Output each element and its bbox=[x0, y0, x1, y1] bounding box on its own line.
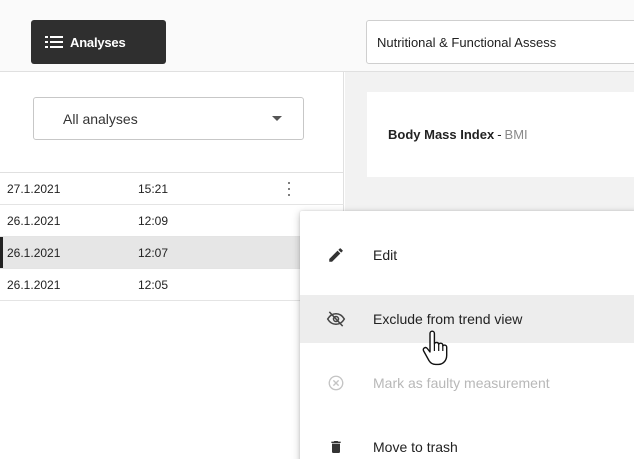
metric-name: Body Mass Index bbox=[388, 127, 495, 142]
pencil-icon bbox=[326, 245, 346, 265]
assessment-selector-value: Nutritional & Functional Assess bbox=[377, 34, 557, 50]
menu-item-label: Edit bbox=[373, 247, 398, 263]
chevron-down-icon bbox=[272, 116, 282, 121]
menu-item-label: Exclude from trend view bbox=[373, 311, 523, 327]
analysis-date: 26.1.2021 bbox=[7, 213, 61, 228]
top-toolbar: Analyses Nutritional & Functional Assess bbox=[0, 0, 634, 72]
analysis-time: 15:21 bbox=[138, 181, 169, 196]
analyses-list: 27.1.2021 15:21 26.1.2021 12:09 26.1.202… bbox=[0, 172, 344, 301]
menu-item-exclude-from-trend[interactable]: Exclude from trend view bbox=[300, 295, 634, 343]
metric-separator: - bbox=[497, 127, 502, 142]
analyses-filter-value: All analyses bbox=[63, 110, 138, 127]
analyses-button[interactable]: Analyses bbox=[31, 20, 166, 64]
list-item[interactable]: 26.1.2021 12:09 bbox=[0, 205, 344, 237]
analyses-button-label: Analyses bbox=[70, 34, 126, 50]
analyses-filter-dropdown[interactable]: All analyses bbox=[33, 97, 304, 140]
eye-off-icon bbox=[326, 309, 346, 329]
menu-item-move-to-trash[interactable]: Move to trash bbox=[300, 423, 634, 459]
list-item[interactable]: 27.1.2021 15:21 bbox=[0, 173, 344, 205]
more-vert-icon[interactable] bbox=[284, 182, 294, 196]
menu-item-label: Move to trash bbox=[373, 439, 458, 455]
menu-item-edit[interactable]: Edit bbox=[300, 231, 634, 279]
hand-pointer-icon bbox=[420, 330, 450, 366]
assessment-selector[interactable]: Nutritional & Functional Assess bbox=[366, 20, 634, 64]
analysis-time: 12:09 bbox=[138, 213, 169, 228]
analysis-date: 26.1.2021 bbox=[7, 277, 61, 292]
trash-icon bbox=[326, 437, 346, 457]
list-icon bbox=[45, 35, 63, 49]
menu-item-label: Mark as faulty measurement bbox=[373, 375, 550, 391]
analysis-date: 27.1.2021 bbox=[7, 181, 61, 196]
analyses-list-panel: All analyses 27.1.2021 15:21 26.1.2021 1… bbox=[0, 72, 344, 459]
row-context-menu: Edit Exclude from trend view Mark as fau… bbox=[300, 211, 634, 459]
metric-abbreviation: BMI bbox=[504, 127, 528, 142]
cancel-circle-icon bbox=[326, 373, 346, 393]
bmi-card[interactable]: Body Mass Index - BMI bbox=[367, 92, 634, 177]
analysis-time: 12:07 bbox=[138, 245, 169, 260]
analysis-time: 12:05 bbox=[138, 277, 169, 292]
list-item-selected[interactable]: 26.1.2021 12:07 bbox=[0, 237, 344, 269]
list-item[interactable]: 26.1.2021 12:05 bbox=[0, 269, 344, 301]
menu-item-mark-faulty: Mark as faulty measurement bbox=[300, 359, 634, 407]
analysis-date: 26.1.2021 bbox=[7, 245, 61, 260]
